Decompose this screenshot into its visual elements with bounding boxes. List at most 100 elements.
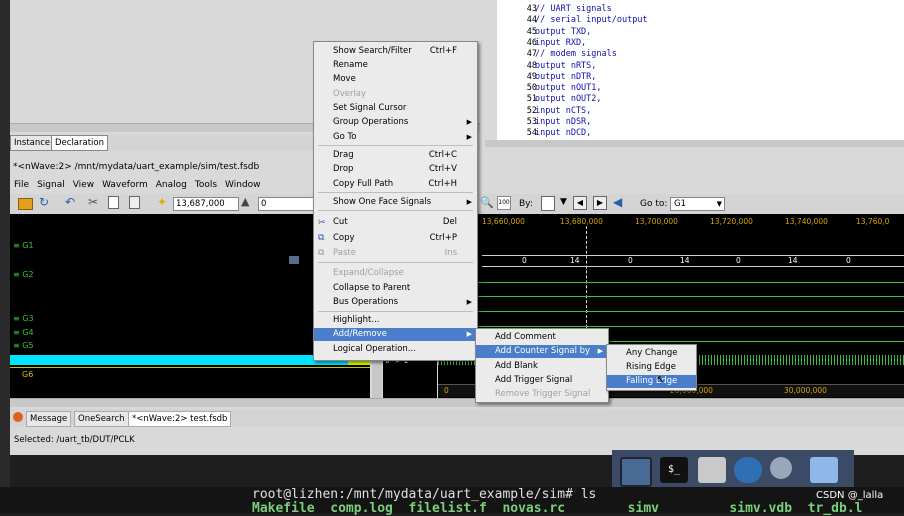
- menu-item-label: Drop: [333, 164, 354, 174]
- goto-select[interactable]: G1 ▼: [670, 197, 725, 211]
- menu-waveform[interactable]: Waveform: [102, 180, 148, 190]
- message-icon: [13, 412, 23, 422]
- menu-separator: [318, 192, 473, 193]
- group-g1[interactable]: ≡ G1: [13, 241, 34, 250]
- reload-icon[interactable]: ↻: [39, 195, 49, 209]
- tab-instance[interactable]: Instance: [10, 135, 55, 151]
- menu-item-label: Falling Edge: [626, 376, 678, 386]
- bus-icon: [289, 256, 299, 264]
- menu-item-label: Overlay: [333, 89, 367, 99]
- signal-line: [438, 311, 904, 312]
- menu-item-bus-operations[interactable]: Bus Operations ▶: [314, 296, 477, 309]
- delta-field[interactable]: [258, 197, 316, 211]
- code-line-number: 48: [526, 60, 537, 71]
- code-line-text: input nDCD,: [535, 128, 592, 139]
- search-by-icon[interactable]: [541, 196, 555, 211]
- undo-icon[interactable]: ↶: [65, 195, 75, 209]
- mouse-pointer-icon: ↖: [656, 373, 666, 386]
- menu-item-label: Add/Remove: [333, 329, 387, 339]
- time-tick: 13,700,000: [635, 217, 678, 226]
- menu-item-show-one-face-signals[interactable]: Show One Face Signals ▶: [314, 196, 477, 209]
- copy-icon: ⧉: [318, 233, 325, 243]
- menu-tools[interactable]: Tools: [195, 180, 217, 190]
- cursor-time-field[interactable]: [173, 197, 239, 211]
- menu-item-logical-operation[interactable]: Logical Operation...: [314, 343, 477, 356]
- folder-icon[interactable]: [810, 457, 838, 483]
- menu-item-rename[interactable]: Rename: [314, 59, 477, 72]
- menu-item-show-search-filter[interactable]: Show Search/Filter Ctrl+F: [314, 45, 477, 58]
- ruler-tick: 0: [444, 386, 449, 395]
- menu-analog[interactable]: Analog: [156, 180, 187, 190]
- tab-declaration[interactable]: Declaration: [51, 135, 109, 151]
- menu-item-move[interactable]: Move: [314, 73, 477, 86]
- speaker-icon[interactable]: ◀: [613, 195, 622, 209]
- home-folder-icon[interactable]: [698, 457, 726, 483]
- browser-globe-icon[interactable]: [734, 457, 762, 483]
- menu-item-copy[interactable]: Copy Ctrl+P: [314, 232, 477, 245]
- menu-shortcut: Ctrl+P: [429, 233, 457, 243]
- search-icon[interactable]: [770, 457, 792, 479]
- goto-label: Go to:: [640, 199, 668, 209]
- search-next-button[interactable]: ▶: [593, 196, 607, 210]
- group-g2[interactable]: ≡ G2: [13, 270, 34, 279]
- menu-view[interactable]: View: [73, 180, 94, 190]
- menu-item-add-trigger-signal[interactable]: Add Trigger Signal: [476, 374, 608, 387]
- menu-window[interactable]: Window: [225, 180, 261, 190]
- code-line-number: 50: [526, 83, 537, 94]
- tab-nwave[interactable]: *<nWave:2> test.fsdb: [128, 411, 232, 427]
- delta-icon[interactable]: ▲: [241, 195, 249, 208]
- copy-icon[interactable]: [108, 196, 119, 209]
- menu-item-go-to[interactable]: Go To ▶: [314, 131, 477, 144]
- menu-item-add-remove[interactable]: Add/Remove ▶: [314, 328, 477, 341]
- group-g3[interactable]: ≡ G3: [13, 314, 34, 323]
- code-scrollbar[interactable]: [485, 140, 904, 147]
- terminal-icon[interactable]: $_: [660, 457, 688, 483]
- menu-item-group-operations[interactable]: Group Operations ▶: [314, 116, 477, 129]
- menu-item-copy-full-path[interactable]: Copy Full Path Ctrl+H: [314, 178, 477, 191]
- menu-shortcut: Ctrl+F: [429, 46, 457, 56]
- bus-value: 0: [628, 256, 633, 265]
- cut-icon[interactable]: ✂: [88, 195, 98, 209]
- monitor-icon[interactable]: [620, 457, 652, 487]
- code-line-number: 46: [526, 37, 537, 48]
- signal-context-menu: Show Search/Filter Ctrl+F Rename Move Overla…: [313, 41, 478, 361]
- waveform-hscrollbar[interactable]: [10, 398, 904, 407]
- cut-icon: ✂: [318, 218, 326, 228]
- menu-item-add-blank[interactable]: Add Blank: [476, 360, 608, 373]
- menu-item-paste: Paste Ins: [314, 247, 477, 260]
- search-prev-button[interactable]: ◀: [573, 196, 587, 210]
- menu-file[interactable]: File: [14, 180, 29, 190]
- menu-item-collapse-to-parent[interactable]: Collapse to Parent: [314, 282, 477, 295]
- menu-item-falling-edge[interactable]: Falling Edge: [607, 375, 696, 388]
- bus-value: 14: [680, 256, 690, 265]
- code-line-number: 44: [526, 15, 537, 26]
- dropdown-arrow-icon[interactable]: ▼: [560, 197, 567, 207]
- menu-separator: [318, 210, 473, 211]
- menu-item-label: Group Operations: [333, 117, 409, 127]
- group-g6[interactable]: G6: [22, 370, 33, 379]
- group-g4[interactable]: ≡ G4: [13, 328, 34, 337]
- menu-item-add-comment[interactable]: Add Comment: [476, 331, 608, 344]
- menu-item-any-change[interactable]: Any Change: [607, 347, 696, 360]
- menu-item-add-counter-signal-by[interactable]: Add Counter Signal by ▶: [476, 345, 608, 358]
- menu-item-drop[interactable]: Drop Ctrl+V: [314, 163, 477, 176]
- menu-item-highlight[interactable]: Highlight...: [314, 314, 477, 327]
- tab-message[interactable]: Message: [26, 411, 72, 427]
- menu-signal[interactable]: Signal: [37, 180, 65, 190]
- tab-onesearch[interactable]: OneSearch: [74, 411, 129, 427]
- submenu-arrow-icon: ▶: [597, 347, 603, 355]
- paste-icon[interactable]: [129, 196, 140, 209]
- menu-item-rising-edge[interactable]: Rising Edge: [607, 361, 696, 374]
- find-icon[interactable]: ✦: [157, 195, 167, 209]
- code-line-text: output nOUT2,: [535, 94, 602, 105]
- yellow-marker-line: [10, 367, 370, 368]
- bus-value: 0: [846, 256, 851, 265]
- group-g5[interactable]: ≡ G5: [13, 341, 34, 350]
- menu-item-cut[interactable]: Cut Del: [314, 216, 477, 229]
- open-icon[interactable]: [18, 198, 33, 210]
- menu-item-set-signal-cursor[interactable]: Set Signal Cursor: [314, 102, 477, 115]
- zoom-100-icon[interactable]: 100: [497, 196, 511, 210]
- zoom-in-icon[interactable]: 🔍: [480, 196, 494, 209]
- status-bar: Selected: /uart_tb/DUT/PCLK: [14, 435, 135, 445]
- menu-item-drag[interactable]: Drag Ctrl+C: [314, 149, 477, 162]
